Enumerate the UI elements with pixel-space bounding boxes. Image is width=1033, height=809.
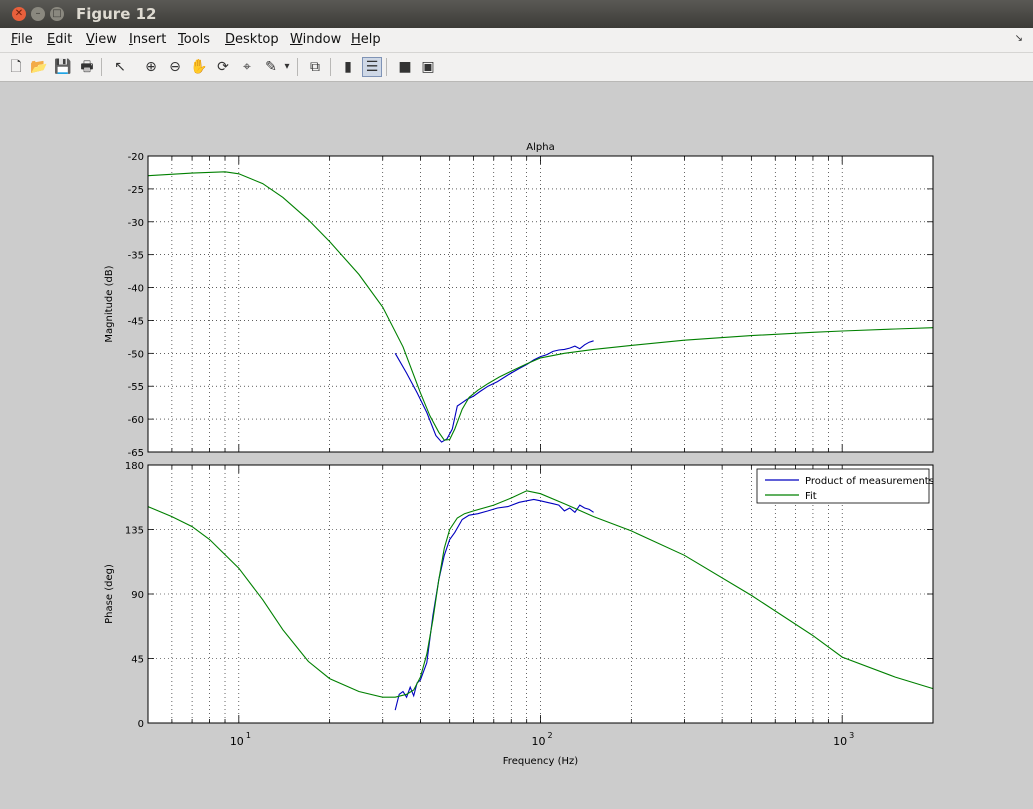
show-plot-tools-icon[interactable]: ▣ (418, 57, 438, 77)
open-file-icon[interactable]: 📂 (29, 57, 49, 77)
y-tick-label: 0 (138, 719, 144, 730)
close-window-button[interactable]: ✕ (12, 7, 26, 21)
y-tick-label: 180 (125, 461, 144, 472)
y-tick-label: -50 (128, 349, 144, 360)
menu-desktop[interactable]: Desktop (225, 32, 279, 47)
x-tick-label-exponent: 1 (246, 731, 251, 740)
chart-title: Alpha (526, 142, 554, 153)
menu-file[interactable]: File (11, 32, 33, 47)
legend-label: Fit (805, 491, 817, 502)
rotate-3d-icon[interactable]: ⟳ (213, 57, 233, 77)
bode-plot-svg: -20 -25 -30 -35 -40 -45 -50 -55 -60 -65 Alpha Magni… (104, 142, 934, 767)
save-icon[interactable]: 💾 (53, 57, 73, 77)
toolbar-separator (386, 58, 387, 76)
y-axis-label: Phase (deg) (104, 564, 115, 624)
x-tick-label-base: 10 (833, 735, 847, 748)
y-tick-label: 135 (125, 526, 144, 537)
zoom-out-icon[interactable]: ⊖ (165, 57, 185, 77)
toolbar-separator (101, 58, 102, 76)
x-tick-label: 10 3 (833, 731, 854, 748)
hide-plot-tools-icon[interactable]: ■ (395, 57, 415, 77)
pan-hand-icon[interactable]: ✋ (189, 57, 209, 77)
colorbar-icon[interactable]: ▮ (338, 57, 358, 77)
figure-window: ✕ – □ Figure 12 ↘ File Edit View Insert Tool… (0, 0, 1033, 809)
y-tick-label: -30 (128, 218, 144, 229)
figure-canvas: -20 -25 -30 -35 -40 -45 -50 -55 -60 -65 Alpha Magni… (5, 86, 1029, 805)
legend: Product of measurements Fit (756, 468, 934, 504)
pointer-icon[interactable]: ↖ (110, 57, 130, 77)
x-tick-label: 10 1 (230, 731, 251, 748)
y-tick-label: -25 (128, 185, 144, 196)
y-axis-label: Magnitude (dB) (104, 265, 115, 342)
y-tick-label: 90 (131, 590, 144, 601)
menu-tools[interactable]: Tools (178, 32, 210, 47)
axes-phase: 04590135180Phase (deg)10 1 10 2 10 3Frequency… (104, 461, 934, 767)
minimize-icon: – (35, 8, 41, 19)
maximize-window-button[interactable]: □ (50, 7, 64, 21)
legend-label: Product of measurements (805, 476, 934, 487)
x-axis-label: Frequency (Hz) (503, 756, 579, 767)
y-tick-label: 45 (131, 655, 144, 666)
menu-help[interactable]: Help (351, 32, 381, 47)
toolbar-separator (330, 58, 331, 76)
menu-window[interactable]: Window (290, 32, 341, 47)
y-tick-label: -65 (128, 448, 144, 459)
menu-view[interactable]: View (86, 32, 117, 47)
close-icon: ✕ (14, 8, 24, 19)
brush-icon[interactable]: ✎ (261, 57, 281, 77)
y-tick-label: -55 (128, 382, 144, 393)
y-tick-label: -35 (128, 251, 144, 262)
menu-edit[interactable]: Edit (47, 32, 72, 47)
title-bar[interactable]: ✕ – □ Figure 12 (0, 0, 1033, 28)
figure-toolbar: 🗋 📂 💾 🖶 ↖ ⊕ ⊖ ✋ ⟳ ⌖ ✎ ▾ ⧉ ▮ ☰ ■ ▣ (0, 53, 1033, 82)
x-tick-label-base: 10 (230, 735, 244, 748)
brush-dropdown-icon[interactable]: ▾ (282, 57, 292, 77)
menubar-arrow-icon[interactable]: ↘ (1015, 33, 1023, 44)
x-tick-label-base: 10 (532, 735, 546, 748)
x-tick-label-exponent: 2 (548, 731, 553, 740)
zoom-in-icon[interactable]: ⊕ (141, 57, 161, 77)
window-title: Figure 12 (76, 5, 157, 23)
print-icon[interactable]: 🖶 (77, 57, 97, 77)
minimize-window-button[interactable]: – (31, 7, 45, 21)
data-cursor-icon[interactable]: ⌖ (237, 57, 257, 77)
y-tick-label: -20 (128, 152, 144, 163)
toolbar-separator (297, 58, 298, 76)
legend-icon[interactable]: ☰ (362, 57, 382, 77)
y-tick-label: -60 (128, 415, 144, 426)
y-tick-label: -45 (128, 316, 144, 327)
y-tick-label: -40 (128, 284, 144, 295)
menu-insert[interactable]: Insert (129, 32, 166, 47)
new-figure-icon[interactable]: 🗋 (6, 57, 26, 77)
maximize-icon: □ (52, 8, 62, 19)
link-plot-icon[interactable]: ⧉ (305, 57, 325, 77)
axes-magnitude: -20 -25 -30 -35 -40 -45 -50 -55 -60 -65 Alpha Magni… (104, 142, 934, 459)
x-tick-label: 10 2 (532, 731, 553, 748)
menu-bar: ↘ File Edit View Insert Tools Desktop Window He… (0, 28, 1033, 53)
x-tick-label-exponent: 3 (849, 731, 854, 740)
